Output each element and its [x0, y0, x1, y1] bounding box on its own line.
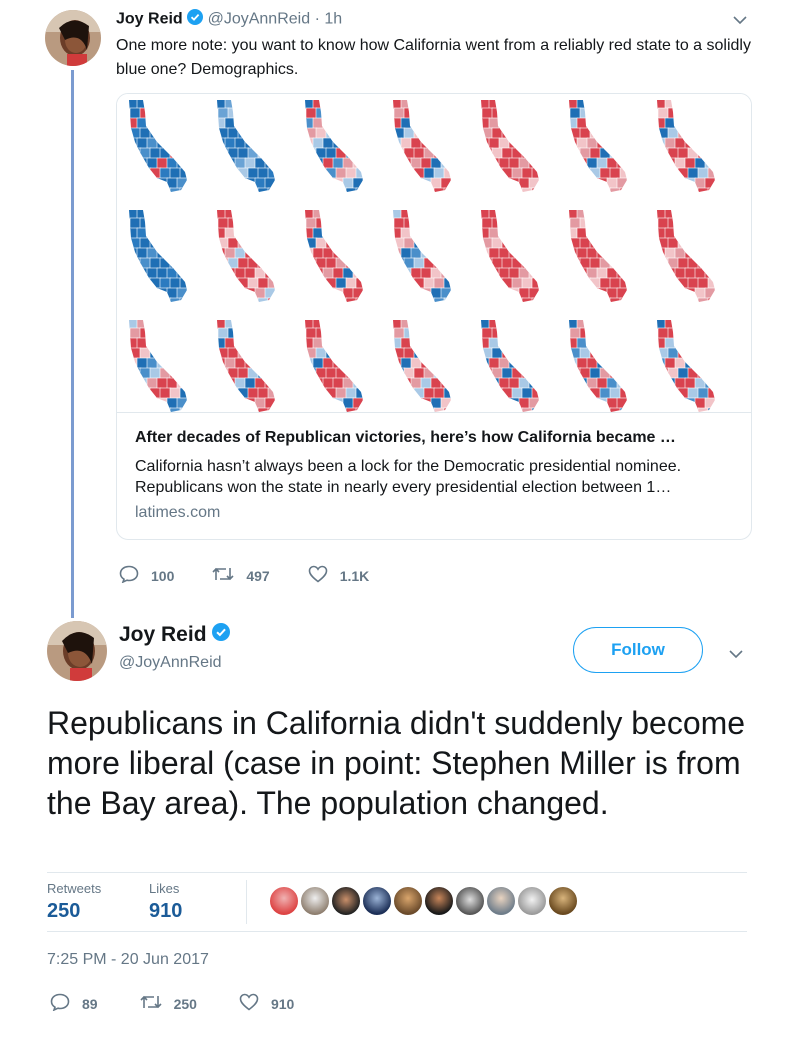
reply-icon [50, 993, 82, 1014]
liker-avatar[interactable] [392, 885, 424, 917]
author-name[interactable]: Joy Reid [116, 11, 183, 28]
california-map [481, 100, 539, 192]
chevron-down-icon[interactable] [733, 12, 747, 30]
likes-value: 910 [149, 900, 183, 922]
chevron-down-icon[interactable] [729, 646, 743, 664]
liker-avatar[interactable] [423, 885, 455, 917]
like-count: 910 [270, 995, 295, 1012]
retweet-count: 250 [173, 995, 197, 1012]
tweet-header: Joy Reid @JoyAnnReid · 1h [116, 9, 342, 30]
california-map [481, 320, 539, 412]
reply-count: 89 [82, 995, 98, 1012]
retweets-value: 250 [47, 900, 81, 922]
california-map [481, 210, 539, 302]
retweet-button[interactable]: 250 [140, 994, 197, 1013]
card-domain: latimes.com [135, 504, 221, 521]
liker-avatar[interactable] [485, 885, 517, 917]
link-card[interactable]: After decades of Republican victories, h… [116, 93, 752, 540]
reply-button[interactable]: 89 [50, 993, 98, 1014]
california-election-maps-image [117, 94, 751, 413]
tweet-actions: 89 250 910 [50, 993, 332, 1014]
california-map [657, 320, 715, 412]
california-map [569, 320, 627, 412]
california-map [393, 210, 451, 302]
avatar[interactable] [45, 10, 101, 66]
california-map [217, 100, 275, 192]
author-name[interactable]: Joy Reid [119, 623, 207, 646]
california-map [305, 320, 363, 412]
divider [47, 931, 747, 932]
verified-badge-icon [187, 9, 204, 30]
retweet-count: 497 [246, 567, 270, 584]
author-handle[interactable]: @JoyAnnReid [119, 654, 222, 672]
reply-icon [119, 565, 151, 586]
dot-separator: · [314, 10, 320, 28]
california-map [217, 210, 275, 302]
thread-connector-line [71, 70, 74, 618]
card-description: California hasn’t always been a lock for… [135, 458, 682, 496]
author-handle[interactable]: @JoyAnnReid [208, 11, 311, 28]
like-count: 1.1K [339, 567, 370, 584]
tweet-actions: 100 497 1.1K [119, 565, 407, 586]
likes-label: Likes [149, 881, 180, 896]
like-icon [308, 565, 340, 586]
stat-separator [246, 880, 247, 924]
california-map [393, 100, 451, 192]
california-map [569, 210, 627, 302]
avatar[interactable] [47, 621, 107, 681]
likes-stat[interactable]: Likes 910 [149, 881, 182, 923]
retweet-icon [140, 994, 174, 1013]
tweet-timestamp[interactable]: 7:25 PM - 20 Jun 2017 [47, 951, 209, 969]
author-name-row: Joy Reid [119, 623, 231, 647]
reply-button[interactable]: 100 [119, 565, 174, 586]
retweets-stat[interactable]: Retweets 250 [47, 881, 101, 923]
like-button[interactable]: 910 [239, 993, 294, 1014]
card-title: After decades of Republican victories, h… [135, 429, 676, 446]
divider [47, 872, 747, 873]
california-map [569, 100, 627, 192]
tweet-text: One more note: you want to know how Cali… [116, 37, 751, 78]
follow-button[interactable]: Follow [573, 627, 703, 673]
california-map [217, 320, 275, 412]
california-map [657, 100, 715, 192]
california-map [129, 320, 187, 412]
liker-avatar[interactable] [516, 885, 548, 917]
liker-avatar[interactable] [299, 885, 331, 917]
verified-badge-icon [212, 623, 231, 647]
liker-avatar[interactable] [547, 885, 579, 917]
california-map [129, 100, 187, 192]
tweet-text: Republicans in California didn't suddenl… [47, 705, 746, 821]
liker-avatar[interactable] [361, 885, 393, 917]
california-map [129, 210, 187, 302]
like-icon [239, 993, 271, 1014]
like-button[interactable]: 1.1K [308, 565, 370, 586]
tweet-time[interactable]: 1h [324, 11, 342, 28]
california-map [657, 210, 715, 302]
retweet-icon [212, 566, 246, 585]
liker-avatar[interactable] [330, 885, 362, 917]
retweet-button[interactable]: 497 [212, 566, 270, 585]
liker-avatar[interactable] [268, 885, 300, 917]
california-map [393, 320, 451, 412]
retweets-label: Retweets [47, 881, 102, 896]
california-map [305, 100, 363, 192]
california-map [305, 210, 363, 302]
liker-avatar[interactable] [454, 885, 486, 917]
liker-avatars [268, 885, 579, 917]
reply-count: 100 [151, 567, 175, 584]
